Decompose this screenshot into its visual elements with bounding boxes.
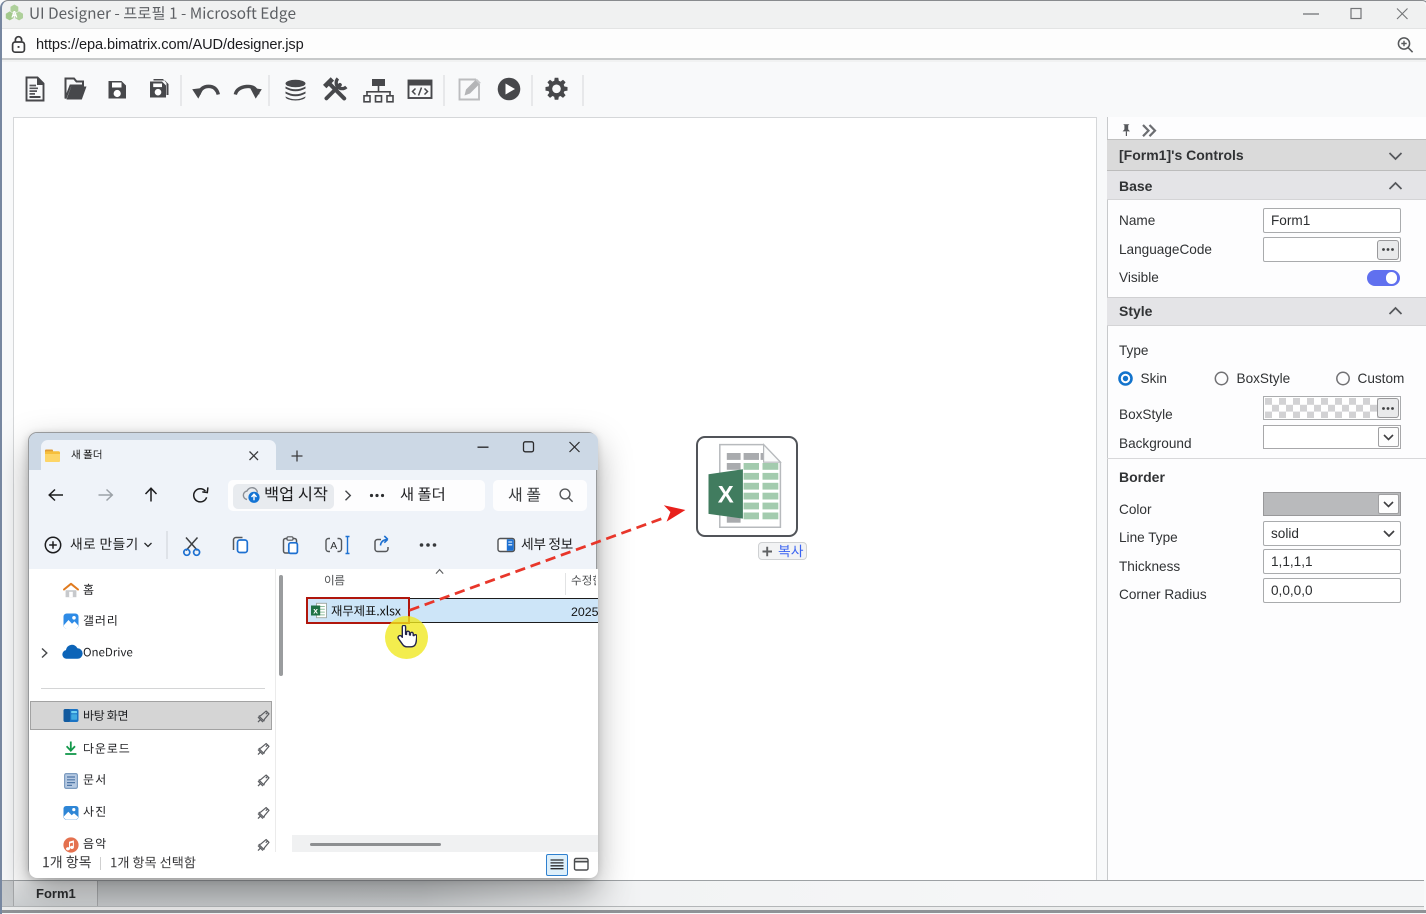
svg-text:A: A: [11, 9, 18, 19]
svg-text:A: A: [330, 540, 337, 552]
svg-text:X: X: [718, 482, 734, 509]
